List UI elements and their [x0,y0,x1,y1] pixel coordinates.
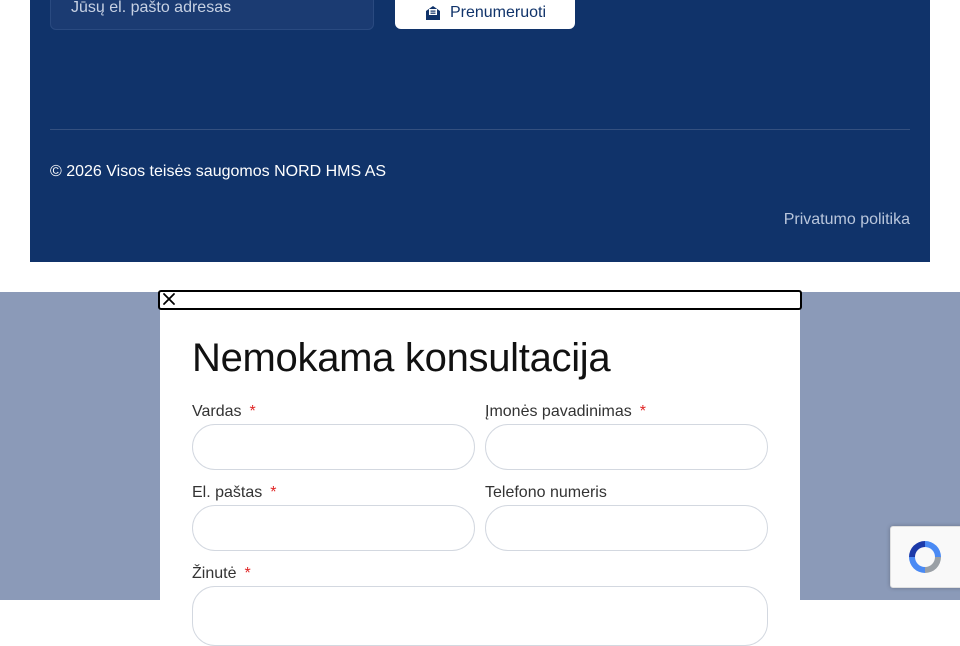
privacy-policy-link[interactable]: Privatumo politika [784,211,910,229]
name-input[interactable] [192,424,475,470]
company-input[interactable] [485,424,768,470]
required-mark: * [249,403,256,420]
required-mark: * [270,484,277,501]
copyright-text: © 2026 Visos teisės saugomos NORD HMS AS [50,163,387,180]
email-label-text: El. paštas [192,484,263,501]
email-label: El. paštas * [192,484,277,502]
modal-title: Nemokama konsultacija [192,336,611,380]
modal-overlay[interactable]: Nemokama konsultacija Vardas * Įmonės pav… [0,290,960,646]
message-label-text: Žinutė [192,565,237,582]
phone-label: Telefono numeris [485,484,607,502]
recaptcha-badge[interactable] [890,526,960,588]
footer-divider [50,129,910,130]
company-label: Įmonės pavadinimas * [485,403,646,421]
newsletter-email-input[interactable]: Jūsų el. pašto adresas [50,0,374,30]
required-mark: * [639,403,646,420]
consultation-modal: Nemokama konsultacija Vardas * Įmonės pav… [160,292,800,646]
message-textarea[interactable] [192,586,768,646]
recaptcha-icon [909,541,941,573]
phone-label-text: Telefono numeris [485,484,607,501]
subscribe-button[interactable]: Prenumeruoti [395,0,575,29]
email-input[interactable] [192,505,475,551]
name-label-text: Vardas [192,403,242,420]
close-icon[interactable] [162,292,176,306]
phone-input[interactable] [485,505,768,551]
site-footer: Jūsų el. pašto adresas Prenumeruoti © 20… [30,0,930,262]
modal-close-button[interactable] [158,290,802,310]
message-label: Žinutė * [192,565,251,583]
envelope-open-icon [424,4,442,22]
name-label: Vardas * [192,403,256,421]
company-label-text: Įmonės pavadinimas [485,403,632,420]
subscribe-button-label: Prenumeruoti [449,3,547,21]
required-mark: * [244,565,251,582]
